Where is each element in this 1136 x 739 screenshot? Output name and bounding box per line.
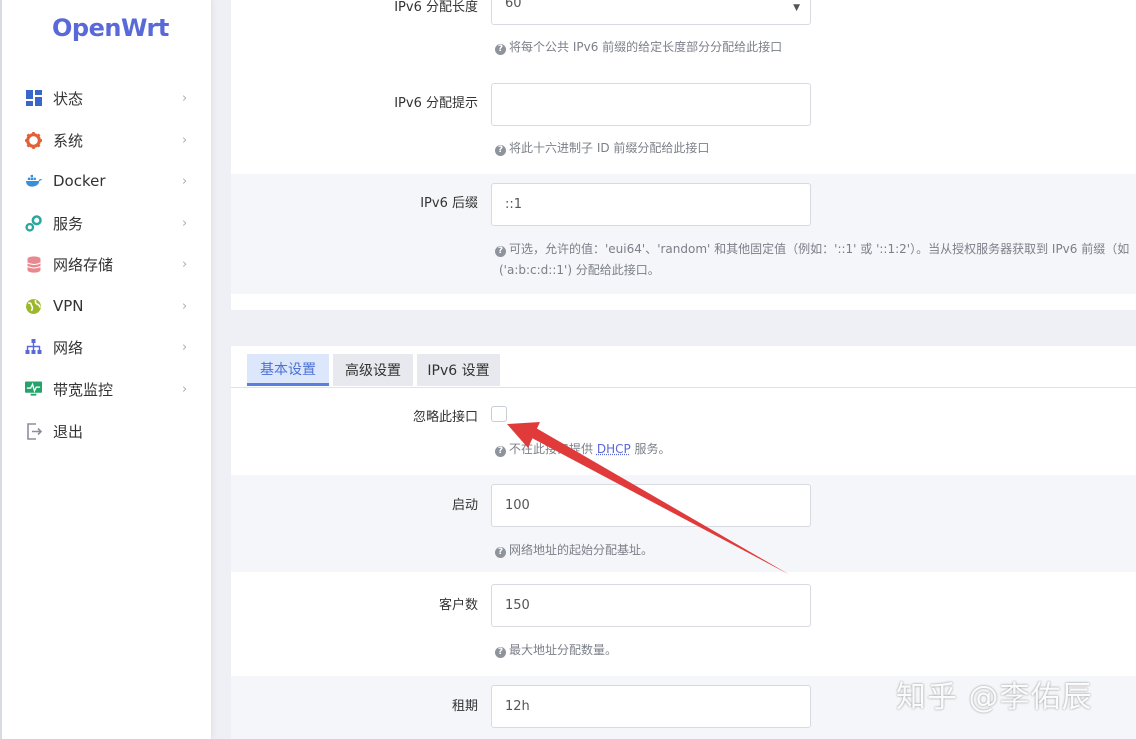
- gear-icon: [25, 131, 42, 149]
- ipv6-assign-hint-label: IPv6 分配提示: [394, 96, 478, 111]
- sidebar: OpenWrt 状态 › 系统 › Docker › 服务 › 网络存储 › V…: [0, 0, 212, 739]
- help-icon: ?: [495, 547, 506, 558]
- dropdown-caret-icon: ▼: [793, 3, 800, 13]
- services-icon: [25, 214, 42, 232]
- sidebar-item-label: 网络存储: [53, 255, 114, 274]
- chevron-right-icon: ›: [182, 298, 188, 314]
- chevron-right-icon: ›: [182, 215, 188, 231]
- ignore-interface-hint: ? 不在此接口提供 DHCP 服务。: [495, 440, 671, 457]
- dhcp-start-label: 启动: [451, 498, 478, 513]
- tab-basic-settings[interactable]: 基本设置: [247, 354, 329, 386]
- help-icon: ?: [495, 647, 506, 658]
- ipv6-assign-length-select[interactable]: 60 ▼: [491, 0, 811, 25]
- ipv6-suffix-hint-line2: ('a:b:c:d::1') 分配给此接口。: [499, 263, 660, 277]
- dhcp-limit-hint: ? 最大地址分配数量。: [495, 641, 617, 658]
- dhcp-tabs: 基本设置 高级设置 IPv6 设置: [231, 346, 1136, 388]
- sidebar-item-docker[interactable]: Docker ›: [2, 163, 212, 199]
- monitor-icon: [25, 381, 42, 398]
- sidebar-item-label: 服务: [53, 214, 84, 233]
- chevron-right-icon: ›: [182, 90, 188, 106]
- sidebar-item-network[interactable]: 网络 ›: [2, 329, 212, 365]
- ipv6-assign-length-label: IPv6 分配长度: [394, 0, 478, 15]
- sidebar-item-label: 状态: [53, 89, 84, 108]
- select-value: 60: [505, 0, 522, 11]
- chevron-right-icon: ›: [182, 256, 188, 272]
- sidebar-item-label: VPN: [53, 297, 84, 315]
- logout-icon: [25, 422, 42, 440]
- ipv6-assign-hint-help: ? 将此十六进制子 ID 前缀分配给此接口: [495, 139, 709, 156]
- help-icon: ?: [495, 246, 506, 257]
- chevron-right-icon: ›: [182, 173, 188, 189]
- database-icon: [25, 255, 42, 273]
- ignore-interface-row: [231, 388, 1136, 475]
- chevron-right-icon: ›: [182, 132, 188, 148]
- sidebar-item-services[interactable]: 服务 ›: [2, 205, 212, 241]
- dhcp-start-hint: ? 网络地址的起始分配基址。: [495, 541, 653, 558]
- help-icon: ?: [495, 446, 506, 457]
- dhcp-abbr: DHCP: [596, 442, 631, 456]
- dhcp-lease-input[interactable]: 12h: [491, 685, 811, 728]
- dhcp-limit-input[interactable]: 150: [491, 584, 811, 627]
- sidebar-item-label: 网络: [53, 338, 84, 357]
- ipv6-assign-length-hint: ? 将每个公共 IPv6 前缀的给定长度部分分配给此接口: [495, 38, 782, 55]
- sidebar-item-label: 系统: [53, 131, 84, 150]
- sidebar-item-network-storage[interactable]: 网络存储 ›: [2, 246, 212, 282]
- dashboard-icon: [25, 90, 42, 107]
- globe-icon: [25, 298, 42, 315]
- ipv6-suffix-label: IPv6 后缀: [420, 196, 478, 211]
- sidebar-item-vpn[interactable]: VPN ›: [2, 288, 212, 324]
- sidebar-item-logout[interactable]: 退出: [2, 413, 212, 449]
- sidebar-item-bandwidth-monitor[interactable]: 带宽监控 ›: [2, 371, 212, 407]
- chevron-right-icon: ›: [182, 339, 188, 355]
- ignore-interface-checkbox[interactable]: [491, 406, 507, 422]
- sidebar-item-label: 退出: [53, 422, 84, 441]
- dhcp-start-input[interactable]: 100: [491, 484, 811, 527]
- sidebar-item-label: 带宽监控: [53, 380, 114, 399]
- ipv6-assign-hint-input[interactable]: [491, 83, 811, 126]
- openwrt-logo[interactable]: OpenWrt: [52, 14, 169, 42]
- sitemap-icon: [25, 339, 42, 356]
- ipv6-suffix-input[interactable]: ::1: [491, 183, 811, 226]
- sidebar-item-system[interactable]: 系统 ›: [2, 122, 212, 158]
- dhcp-lease-label: 租期: [451, 699, 478, 714]
- ignore-interface-label: 忽略此接口: [412, 410, 478, 425]
- sidebar-item-status[interactable]: 状态 ›: [2, 80, 212, 116]
- docker-icon: [25, 173, 42, 190]
- tab-advanced-settings[interactable]: 高级设置: [333, 354, 413, 386]
- help-icon: ?: [495, 145, 506, 156]
- help-icon: ?: [495, 44, 506, 55]
- zhihu-watermark: 知乎 @李佑辰: [896, 680, 1093, 715]
- chevron-right-icon: ›: [182, 381, 188, 397]
- sidebar-item-label: Docker: [53, 172, 106, 190]
- tab-ipv6-settings[interactable]: IPv6 设置: [417, 354, 500, 386]
- ipv6-suffix-hint: ? 可选，允许的值：'eui64'、'random' 和其他固定值（例如：'::1…: [495, 240, 1129, 257]
- dhcp-limit-label: 客户数: [438, 598, 478, 613]
